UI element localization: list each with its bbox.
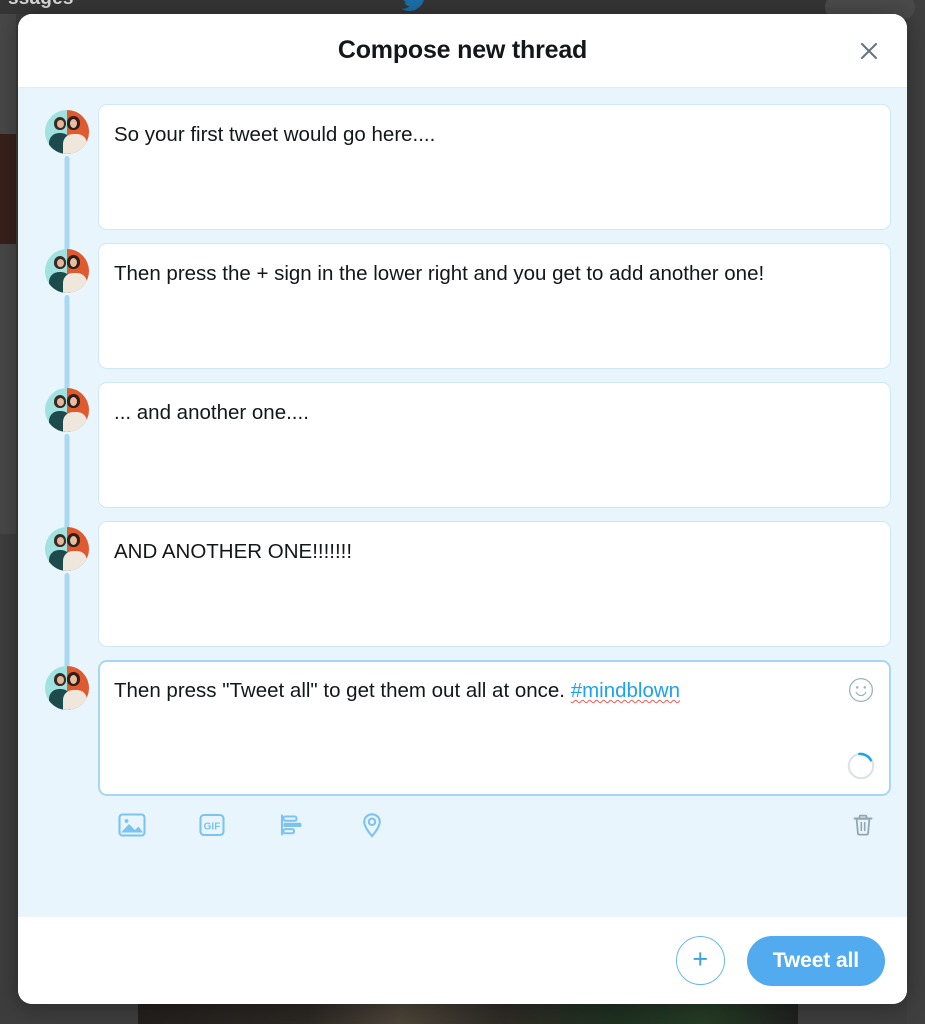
character-count-ring <box>846 751 876 781</box>
tweet-text-3: ... and another one.... <box>114 401 309 424</box>
add-image-button[interactable] <box>114 804 166 848</box>
poll-icon <box>274 807 310 846</box>
thread-connector-line <box>64 434 70 529</box>
thread-item: AND ANOTHER ONE!!!!!!! <box>18 521 907 668</box>
tweet-all-button[interactable]: Tweet all <box>746 935 885 986</box>
emoji-smiley-icon <box>847 677 875 707</box>
avatar <box>45 110 89 154</box>
backdrop-page-label: ssages <box>8 0 74 10</box>
avatar-column <box>36 243 98 390</box>
tweet-composer-5[interactable]: Then press "Tweet all" to get them out a… <box>98 660 891 796</box>
attachment-toolbar: GIF <box>18 796 907 864</box>
close-icon <box>857 39 881 63</box>
avatar-column <box>36 521 98 668</box>
image-icon <box>114 807 150 846</box>
backdrop-topbar: ssages <box>0 0 925 14</box>
tweet-composer-3[interactable]: ... and another one.... <box>98 382 891 508</box>
compose-thread-modal: Compose new thread So your first tweet w… <box>18 14 907 1004</box>
thread-list: So your first tweet would go here.... Th… <box>18 88 907 916</box>
add-gif-button[interactable]: GIF <box>194 804 246 848</box>
avatar <box>45 388 89 432</box>
avatar <box>45 249 89 293</box>
thread-item: So your first tweet would go here.... <box>18 104 907 251</box>
close-button[interactable] <box>849 31 889 71</box>
avatar-column <box>36 660 98 710</box>
location-icon <box>354 807 390 846</box>
tweet-composer-2[interactable]: Then press the + sign in the lower right… <box>98 243 891 369</box>
add-poll-button[interactable] <box>274 804 326 848</box>
tweet-text-5-body: Then press "Tweet all" to get them out a… <box>114 679 571 702</box>
page-title: Compose new thread <box>337 36 588 64</box>
avatar-column <box>36 104 98 251</box>
tweet-composer-1[interactable]: So your first tweet would go here.... <box>98 104 891 230</box>
thread-connector-line <box>64 156 70 251</box>
backdrop-right-panel <box>825 0 925 1024</box>
plus-icon: + <box>692 943 709 974</box>
thread-item: Then press the + sign in the lower right… <box>18 243 907 390</box>
emoji-picker-button[interactable] <box>847 676 875 704</box>
avatar <box>45 527 89 571</box>
tweet-text-5: Then press "Tweet all" to get them out a… <box>114 678 869 704</box>
add-tweet-button[interactable]: + <box>675 936 725 985</box>
thread-item: ... and another one.... <box>18 382 907 529</box>
thread-connector-line <box>64 573 70 668</box>
tweet-text-1: So your first tweet would go here.... <box>114 123 436 146</box>
trash-icon <box>848 810 878 843</box>
tweet-text-2: Then press the + sign in the lower right… <box>114 262 765 285</box>
thread-connector-line <box>64 295 70 390</box>
svg-text:GIF: GIF <box>204 821 221 832</box>
tweet-composer-4[interactable]: AND ANOTHER ONE!!!!!!! <box>98 521 891 647</box>
backdrop-left-thumbnail <box>0 134 16 244</box>
backdrop-left-panel <box>0 14 16 534</box>
add-location-button[interactable] <box>354 804 406 848</box>
modal-footer: + Tweet all <box>18 916 907 1004</box>
avatar <box>45 666 89 710</box>
gif-icon: GIF <box>194 807 230 846</box>
thread-item: Then press "Tweet all" to get them out a… <box>18 660 907 796</box>
delete-thread-button[interactable] <box>841 804 885 848</box>
avatar-column <box>36 382 98 529</box>
modal-header: Compose new thread <box>18 14 907 88</box>
hashtag-mindblown[interactable]: #mindblown <box>571 679 680 702</box>
tweet-text-4: AND ANOTHER ONE!!!!!!! <box>114 540 353 563</box>
